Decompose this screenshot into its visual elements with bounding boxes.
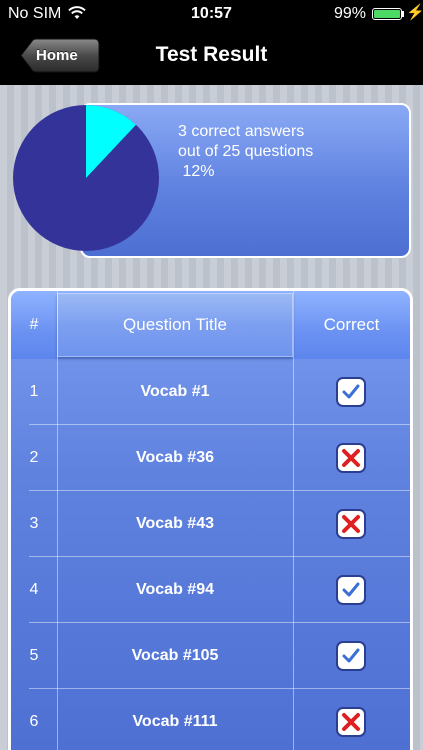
cross-icon — [336, 443, 366, 473]
table-row[interactable]: 2 Vocab #36 — [11, 425, 410, 491]
row-question-title: Vocab #1 — [140, 383, 210, 400]
result-question-count: out of 25 questions — [178, 143, 314, 160]
result-percentage: 12% — [178, 163, 215, 180]
column-header-number[interactable]: # — [11, 291, 57, 359]
battery-icon — [372, 8, 402, 20]
row-number: 5 — [29, 647, 39, 664]
status-bar: No SIM 10:57 99% ⚡ — [0, 0, 423, 28]
result-correct-count: 3 correct answers — [178, 123, 305, 140]
cross-icon — [336, 707, 366, 737]
row-question-title: Vocab #36 — [136, 449, 214, 466]
row-number: 3 — [29, 515, 39, 532]
row-number: 2 — [29, 449, 39, 466]
row-number: 6 — [29, 713, 39, 730]
page-title: Test Result — [155, 43, 268, 66]
table-row[interactable]: 5 Vocab #105 — [11, 623, 410, 689]
table-row[interactable]: 3 Vocab #43 — [11, 491, 410, 557]
row-question-title: Vocab #43 — [136, 515, 214, 532]
checkbox-checked-icon — [336, 377, 366, 407]
row-number: 1 — [29, 383, 39, 400]
charging-bolt-icon: ⚡ — [406, 4, 423, 21]
table-row[interactable]: 6 Vocab #111 — [11, 689, 410, 750]
row-number: 4 — [29, 581, 39, 598]
row-question-title: Vocab #105 — [131, 647, 219, 664]
checkbox-checked-icon — [336, 641, 366, 671]
row-question-title: Vocab #111 — [132, 713, 218, 730]
result-summary-text: 3 correct answers out of 25 questions 12… — [178, 122, 313, 182]
battery-percent: 99% — [334, 5, 367, 22]
column-header-correct[interactable]: Correct — [293, 291, 410, 359]
column-header-question-title[interactable]: Question Title — [57, 293, 293, 357]
nav-bar: No SIM 10:57 99% ⚡ Home Test Result — [0, 0, 423, 85]
checkbox-checked-icon — [336, 575, 366, 605]
table-header: # Question Title Correct — [11, 291, 410, 359]
cross-icon — [336, 509, 366, 539]
table-row[interactable]: 4 Vocab #94 — [11, 557, 410, 623]
battery-tip — [402, 11, 404, 17]
results-table: # Question Title Correct 1 Vocab #1 2 Vocab… — [8, 288, 413, 750]
result-pie-chart — [13, 105, 159, 251]
row-question-title: Vocab #94 — [136, 581, 214, 598]
table-row[interactable]: 1 Vocab #1 — [11, 359, 410, 425]
